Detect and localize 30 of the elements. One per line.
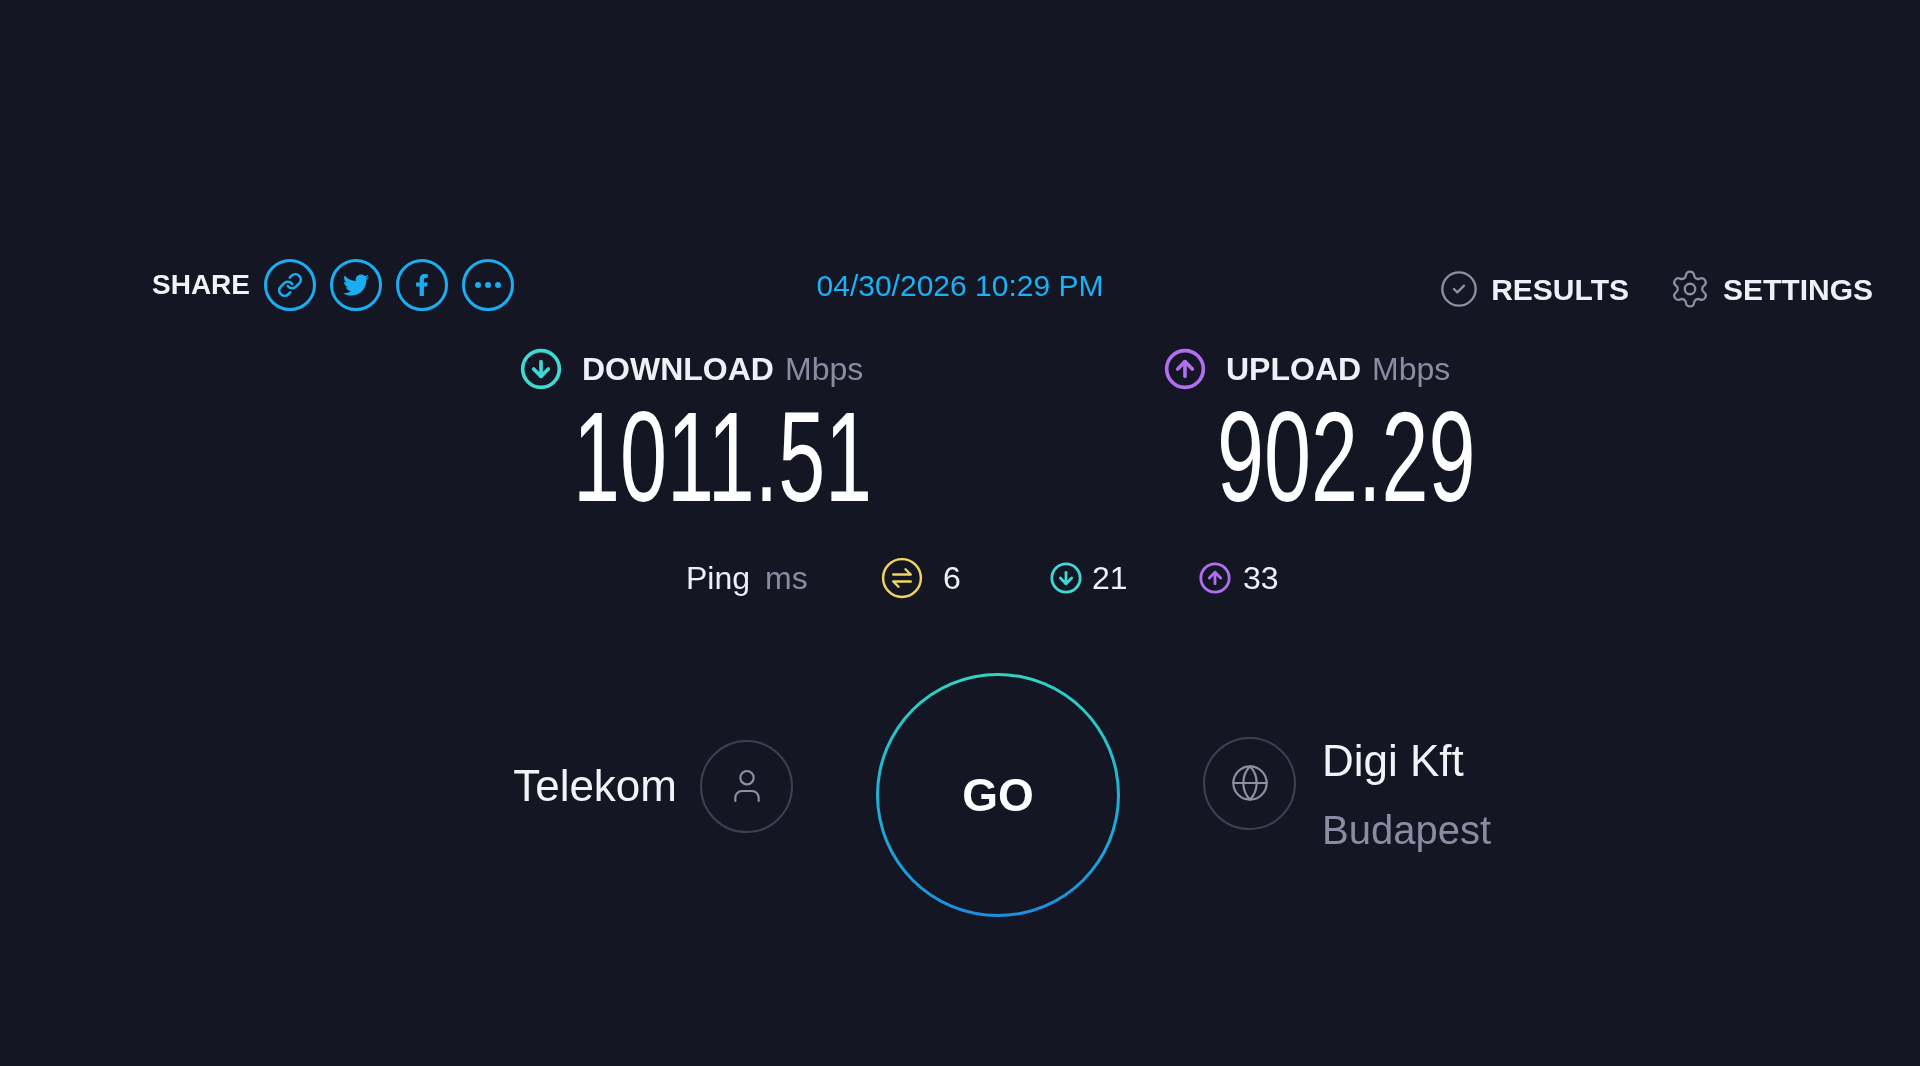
server-name: Digi Kft — [1322, 734, 1465, 787]
speed-value: 1011.51 — [573, 393, 873, 521]
share-button[interactable] — [264, 259, 316, 311]
settings-button[interactable]: SETTINGS — [1669, 266, 1873, 312]
swap-arrows-icon — [881, 557, 923, 599]
ping-label: Ping — [686, 559, 751, 598]
results-button[interactable]: RESULTS — [1439, 266, 1629, 312]
speed-label: UPLOAD — [1226, 353, 1362, 385]
share-button[interactable] — [396, 259, 448, 311]
test-timestamp: 04/30/2026 10:29 PM — [816, 267, 1104, 304]
share-button[interactable] — [330, 259, 382, 311]
provider-name: Telekom — [513, 760, 677, 812]
bird-icon — [343, 272, 369, 298]
speed-label: DOWNLOAD — [582, 353, 774, 385]
globe-icon — [1203, 736, 1296, 830]
ping-value: 21 — [1092, 559, 1128, 598]
user-icon — [700, 739, 793, 833]
three-dots-icon — [475, 282, 501, 288]
link-icon — [277, 272, 303, 298]
share-button[interactable] — [462, 259, 514, 311]
unit-label: Mbps — [784, 353, 864, 385]
share-label: SHARE — [152, 268, 250, 302]
unit-label: ms — [765, 559, 808, 598]
unit-label: Mbps — [1372, 353, 1451, 385]
check-circle-icon — [1439, 269, 1480, 309]
ping-value: 6 — [943, 559, 961, 598]
go-button[interactable]: GO — [876, 673, 1120, 917]
speed-value: 902.29 — [1217, 393, 1476, 521]
ping-value: 33 — [1243, 559, 1279, 598]
server-location: Budapest — [1322, 806, 1492, 854]
